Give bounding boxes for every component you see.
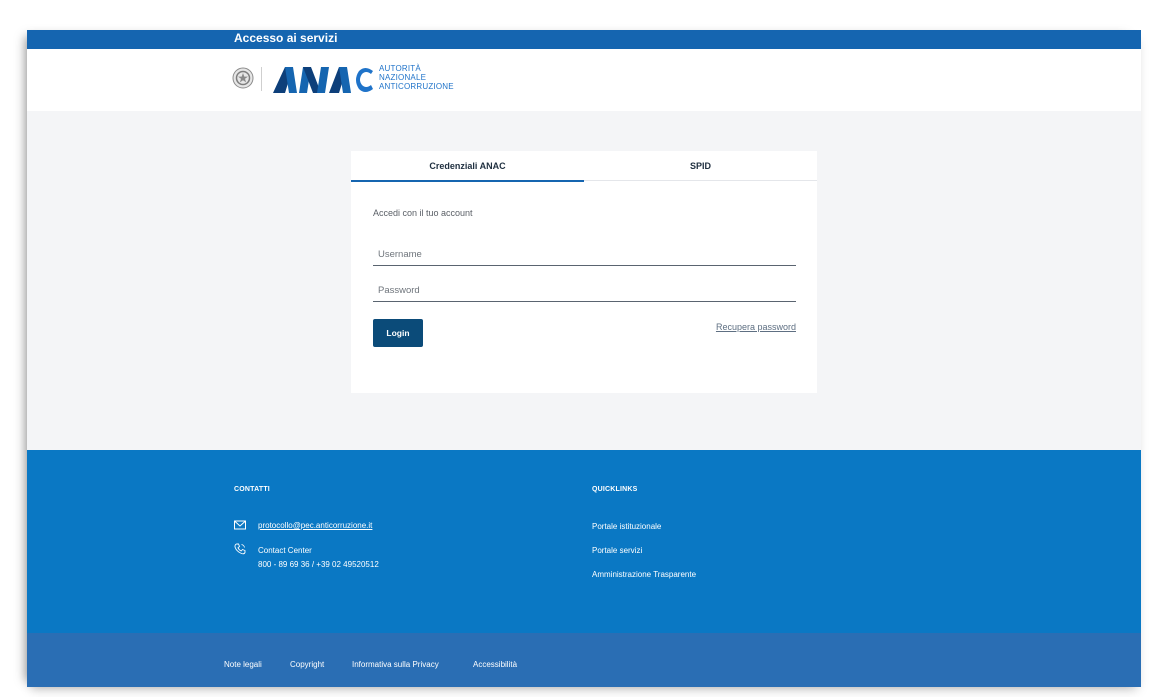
- logo-divider: [261, 67, 262, 91]
- legal-link-privacy[interactable]: Informativa sulla Privacy: [352, 660, 439, 669]
- recover-password-link[interactable]: Recupera password: [716, 322, 796, 332]
- brand-bar: AUTORITÀ NAZIONALE ANTICORRUZIONE: [27, 49, 1141, 111]
- logo-line: AUTORITÀ: [379, 64, 421, 73]
- quicklink-portale-istituzionale[interactable]: Portale istituzionale: [592, 522, 661, 531]
- anac-logo-text: AUTORITÀ NAZIONALE ANTICORRUZIONE: [379, 64, 454, 91]
- top-header-bar: Accesso ai servizi: [27, 30, 1141, 49]
- legal-link-note-legali[interactable]: Note legali: [224, 660, 262, 669]
- header-title: Accesso ai servizi: [234, 31, 338, 45]
- footer: CONTATTI protocollo@pec.anticorruzione.i…: [27, 450, 1141, 633]
- tab-credenziali-anac[interactable]: Credenziali ANAC: [351, 151, 584, 182]
- legal-bar: Note legali Copyright Informativa sulla …: [27, 633, 1141, 687]
- contacts-heading: CONTATTI: [234, 486, 270, 493]
- quicklink-portale-servizi[interactable]: Portale servizi: [592, 546, 642, 555]
- logo-line: NAZIONALE: [379, 73, 427, 82]
- email-link[interactable]: protocollo@pec.anticorruzione.it: [258, 521, 372, 530]
- italian-republic-emblem-icon: [232, 67, 254, 89]
- password-input[interactable]: [373, 280, 796, 302]
- login-button[interactable]: Login: [373, 319, 423, 347]
- page: Accesso ai servizi AUTORITÀ NAZIONALE AN…: [27, 30, 1141, 687]
- quicklink-amministrazione-trasparente[interactable]: Amministrazione Trasparente: [592, 570, 696, 579]
- login-subtitle: Accedi con il tuo account: [373, 208, 473, 218]
- phone-icon: [234, 543, 246, 555]
- contact-center-phone: 800 - 89 69 36 / +39 02 49520512: [258, 560, 379, 569]
- anac-logo: [273, 67, 373, 93]
- login-card: Credenziali ANAC SPID Accedi con il tuo …: [351, 151, 817, 393]
- username-input[interactable]: [373, 244, 796, 266]
- envelope-icon: [234, 520, 246, 530]
- legal-link-accessibilita[interactable]: Accessibilità: [473, 660, 517, 669]
- tab-spid[interactable]: SPID: [584, 151, 817, 180]
- quicklinks-heading: QUICKLINKS: [592, 486, 638, 493]
- legal-link-copyright[interactable]: Copyright: [290, 660, 324, 669]
- login-tabs: Credenziali ANAC SPID: [351, 151, 817, 182]
- logo-line: ANTICORRUZIONE: [379, 82, 454, 91]
- contact-center-label: Contact Center: [258, 546, 312, 555]
